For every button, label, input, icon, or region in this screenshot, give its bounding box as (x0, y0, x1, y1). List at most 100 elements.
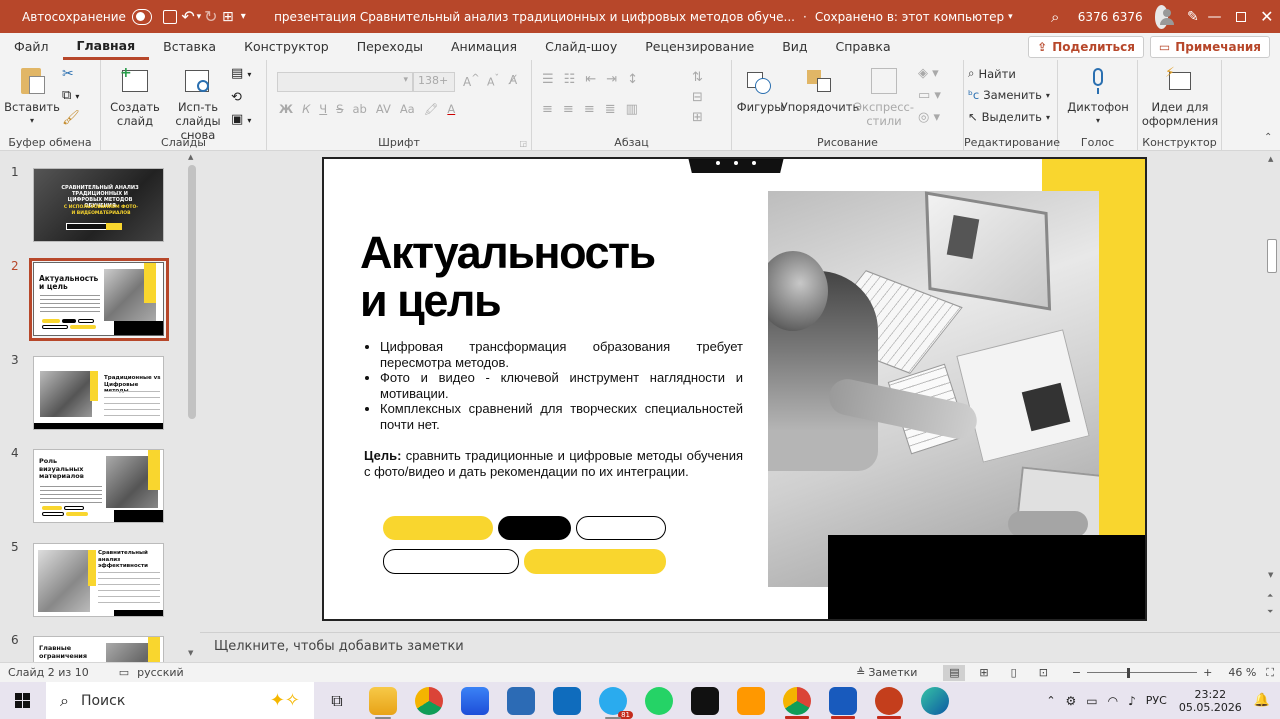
tab-animations[interactable]: Анимация (437, 33, 531, 60)
shrink-font-icon[interactable]: Aˇ (487, 73, 499, 89)
design-ideas-button[interactable]: ⚡ Идеи для оформления (1142, 66, 1218, 128)
slide-sorter-icon[interactable]: ⊞ (979, 666, 988, 679)
clear-format-icon[interactable]: A̸ (509, 73, 517, 87)
store-icon[interactable] (461, 686, 489, 715)
thumbs-scroll-thumb[interactable] (188, 165, 196, 419)
tab-transitions[interactable]: Переходы (343, 33, 437, 60)
align-right-icon[interactable]: ≡ (584, 102, 595, 117)
share-button[interactable]: ⇪ Поделиться (1028, 35, 1144, 58)
cut-icon[interactable]: ✂ (62, 66, 74, 82)
task-view-icon[interactable]: ⧉ (323, 687, 351, 715)
collapse-ribbon-icon[interactable]: ⌃ (1264, 132, 1272, 143)
tray-app-icon[interactable]: ⚙ (1066, 694, 1077, 708)
zoom-level[interactable]: 46 % (1228, 666, 1256, 679)
undo-icon[interactable]: ↶ (181, 0, 196, 33)
thumbs-scroll-down-icon[interactable]: ▼ (188, 649, 193, 657)
saved-status-chevron-icon[interactable]: ▾ (1008, 12, 1013, 22)
redo-icon[interactable]: ↻ (202, 0, 219, 33)
slide-thumbnail-6[interactable]: Главные ограничения (33, 636, 164, 662)
volume-icon[interactable]: ♪ (1128, 694, 1136, 708)
notifications-icon[interactable]: 🔔 (1254, 693, 1270, 708)
zoom-out-icon[interactable]: − (1072, 666, 1081, 679)
format-painter-icon[interactable]: 🖌 (62, 110, 80, 126)
slide-thumbnail-5[interactable]: Сравнительный анализ эффективности (33, 543, 164, 617)
italic-button[interactable]: К (302, 102, 310, 116)
tab-design[interactable]: Конструктор (230, 33, 343, 60)
thumbs-scrollbar[interactable]: ▲ ▼ (186, 151, 198, 662)
numbering-icon[interactable]: ☷ (564, 72, 576, 87)
app-icon-blue[interactable] (507, 686, 535, 715)
outlook-icon[interactable] (553, 686, 581, 715)
dictate-button[interactable]: Диктофон ▾ (1067, 66, 1129, 128)
bullets-icon[interactable]: ☰ (542, 72, 554, 87)
section-icon[interactable]: ▣ ▾ (231, 112, 251, 127)
quick-styles-button[interactable]: Экспресс-стили (854, 66, 914, 128)
save-icon[interactable] (160, 0, 181, 33)
editor-scrollbar[interactable]: ▲ ▼ ⏶ ⏷ (1264, 151, 1280, 632)
battery-icon[interactable]: ▭ (1086, 694, 1097, 708)
slide-body-text[interactable]: Цифровая трансформация образования требу… (364, 339, 743, 479)
user-name[interactable]: 6376 6376 (1078, 10, 1143, 24)
slide-canvas[interactable]: Актуальность и цель Цифровая трансформац… (322, 157, 1147, 621)
replace-button[interactable]: ᵇc Заменить ▾ (968, 88, 1050, 102)
zoom-in-icon[interactable]: + (1203, 666, 1212, 679)
wifi-icon[interactable]: ◠ (1108, 694, 1118, 708)
font-family-select[interactable]: ▾ (277, 72, 413, 92)
slide-thumbnail-4[interactable]: Роль визуальных материалов (33, 449, 164, 523)
prev-slide-icon[interactable]: ⏶ (1267, 591, 1273, 601)
notes-pane[interactable]: Щелкните, чтобы добавить заметки (200, 632, 1280, 662)
layout-icon[interactable]: ▤ ▾ (231, 66, 251, 81)
file-explorer-icon[interactable] (369, 686, 397, 719)
align-center-icon[interactable]: ≡ (563, 102, 574, 117)
fit-slide-icon[interactable]: ⛶ (1266, 666, 1274, 680)
pen-icon[interactable]: ✎ (1184, 0, 1201, 33)
zoom-slider[interactable] (1087, 667, 1198, 678)
search-icon[interactable]: ⌕ (1047, 0, 1064, 33)
reset-icon[interactable]: ⟲ (231, 90, 242, 105)
undo-dropdown-icon[interactable]: ▾ (195, 0, 202, 33)
language-indicator[interactable]: русский (137, 666, 184, 679)
tab-home[interactable]: Главная (62, 33, 150, 60)
font-color-icon[interactable]: A (447, 102, 455, 116)
new-slide-button[interactable]: + Создать слайд (107, 66, 163, 128)
shadow-button[interactable]: ab (352, 102, 366, 116)
editor-scroll-down-icon[interactable]: ▼ (1268, 571, 1273, 579)
powerpoint-icon[interactable] (875, 686, 903, 719)
shapes-button[interactable]: Фигуры (737, 66, 783, 114)
tab-help[interactable]: Справка (822, 33, 905, 60)
tab-insert[interactable]: Вставка (149, 33, 230, 60)
text-direction-icon[interactable]: ⇅ (692, 70, 703, 85)
smartart-icon[interactable]: ⊞ (692, 110, 703, 125)
find-button[interactable]: ⌕ Найти (968, 66, 1016, 81)
input-language[interactable]: РУС (1146, 694, 1167, 707)
align-left-icon[interactable]: ≡ (542, 102, 553, 117)
tab-review[interactable]: Рецензирование (631, 33, 768, 60)
underline-button[interactable]: Ч (319, 102, 327, 116)
reuse-slides-button[interactable]: Исп-ть слайды снова (167, 66, 229, 142)
slide-title[interactable]: Актуальность и цель (360, 229, 760, 325)
autosave-toggle[interactable] (131, 8, 153, 25)
reading-view-icon[interactable]: ▯ (1011, 666, 1017, 679)
zoom-slider-handle[interactable] (1127, 667, 1131, 678)
sublime-icon[interactable] (737, 686, 765, 715)
start-button[interactable] (2, 682, 42, 719)
word-icon[interactable] (829, 686, 857, 719)
tab-file[interactable]: Файл (0, 33, 63, 60)
slideshow-icon[interactable]: ⊡ (1039, 666, 1048, 679)
taskbar-search[interactable]: ⌕ Поиск ✦✧ (46, 682, 314, 719)
tray-chevron-icon[interactable]: ⌃ (1046, 694, 1055, 707)
font-size-select[interactable]: 138+ (413, 72, 455, 92)
slide-thumbnail-3[interactable]: Традиционные vs Цифровые методы (33, 356, 164, 430)
select-button[interactable]: ↖ Выделить ▾ (968, 110, 1050, 124)
normal-view-icon[interactable]: ▤ (943, 664, 966, 681)
edge-icon[interactable] (921, 686, 949, 715)
editor-scroll-up-icon[interactable]: ▲ (1268, 155, 1273, 163)
highlight-icon[interactable]: 🖍 (424, 102, 439, 116)
chrome-icon[interactable] (415, 686, 443, 715)
present-icon[interactable]: ⊞ (219, 0, 236, 33)
tab-slideshow[interactable]: Слайд-шоу (531, 33, 631, 60)
arrange-button[interactable]: Упорядочить (781, 66, 859, 114)
thumbs-scroll-up-icon[interactable]: ▲ (188, 153, 193, 161)
slide-thumbnail-2[interactable]: Актуальность и цель (33, 262, 164, 336)
restore-icon[interactable] (1228, 0, 1254, 33)
